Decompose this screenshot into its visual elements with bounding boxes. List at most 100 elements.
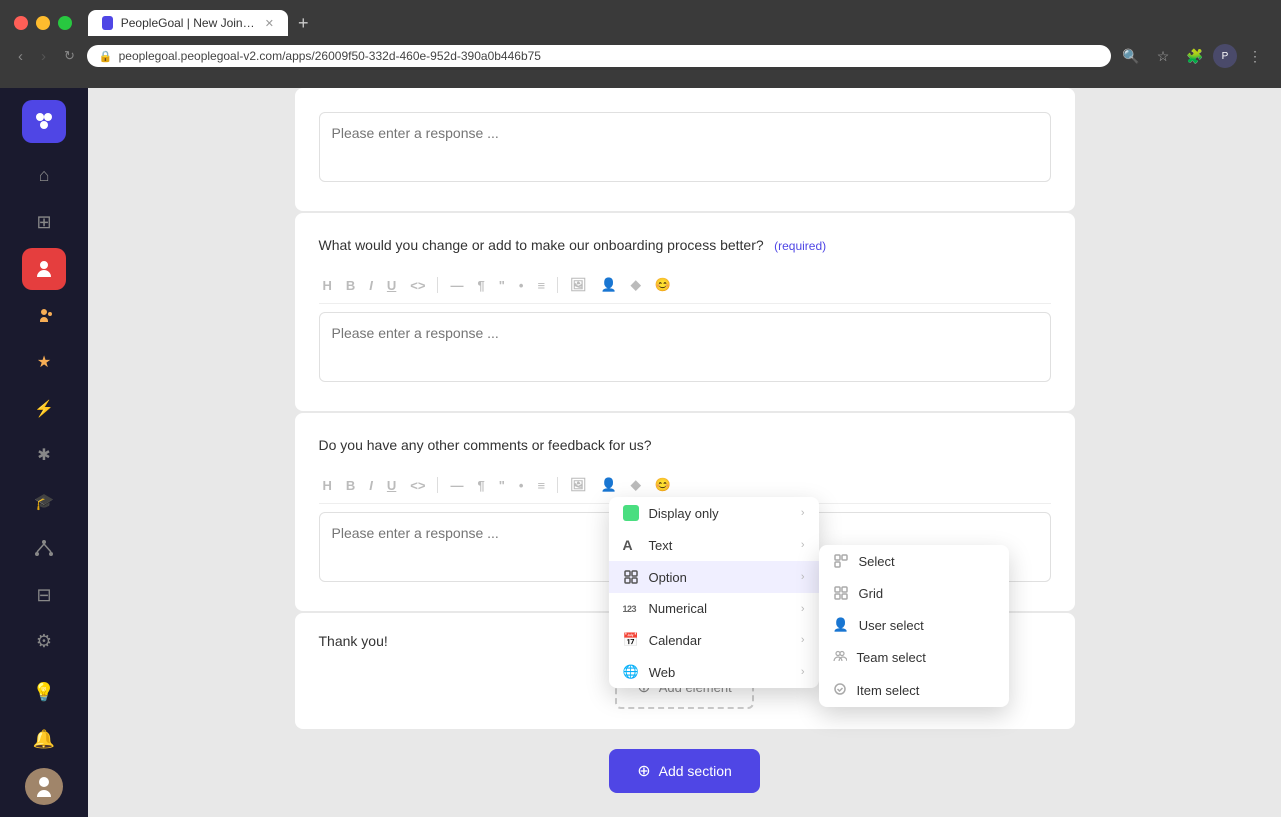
toolbar-person[interactable]: 👤 <box>597 275 621 295</box>
traffic-light-green[interactable] <box>58 16 72 30</box>
web-icon: 🌐 <box>623 664 639 680</box>
toolbar-emoji-3[interactable]: 😊 <box>651 475 675 495</box>
question-2-required: (required) <box>774 239 826 253</box>
toolbar-bullet[interactable]: • <box>515 276 528 295</box>
dropdown-item-display-only[interactable]: Display only › <box>609 497 819 529</box>
add-section-label: Add section <box>659 763 732 779</box>
sidebar-item-home[interactable]: ⌂ <box>22 155 66 198</box>
toolbar-underline[interactable]: U <box>383 276 400 295</box>
select-icon <box>833 553 849 569</box>
profile-icon[interactable]: P <box>1213 44 1237 68</box>
submenu-item-team-select[interactable]: Team select <box>819 641 1009 674</box>
dropdown-item-text[interactable]: A Text › <box>609 529 819 561</box>
text-label: Text <box>649 538 673 553</box>
sidebar-item-asterisk[interactable]: ✱ <box>22 434 66 477</box>
toolbar-bold-3[interactable]: B <box>342 476 359 495</box>
toolbar-paragraph-3[interactable]: ¶ <box>473 476 488 495</box>
content-area: What would you change or add to make our… <box>88 88 1281 817</box>
response-textarea-2[interactable] <box>319 312 1051 382</box>
toolbar-separator-1 <box>437 277 438 293</box>
question-1-card <box>295 88 1075 211</box>
submenu-item-grid[interactable]: Grid <box>819 577 1009 609</box>
toolbar-heading[interactable]: H <box>319 276 336 295</box>
sidebar-item-apps[interactable]: ⊞ <box>22 201 66 244</box>
toolbar-bold[interactable]: B <box>342 276 359 295</box>
toolbar-image[interactable]: 🖼 <box>566 275 591 295</box>
submenu: Select Grid 👤 <box>819 545 1009 707</box>
tab-close-button[interactable]: ✕ <box>265 17 274 30</box>
url-bar[interactable]: peoplegoal.peoplegoal-v2.com/apps/26009f… <box>119 49 541 63</box>
toolbar-code-3[interactable]: <> <box>406 476 429 495</box>
sidebar-item-settings[interactable]: ⚙ <box>22 621 66 664</box>
sidebar-item-notifications[interactable]: 🔔 <box>22 718 66 761</box>
new-tab-button[interactable]: + <box>290 11 317 36</box>
forward-button[interactable]: › <box>35 46 52 67</box>
toolbar-color[interactable]: ◆ <box>627 275 645 295</box>
question-3-card: Do you have any other comments or feedba… <box>295 413 1075 611</box>
tab-favicon <box>102 16 113 30</box>
traffic-light-yellow[interactable] <box>36 16 50 30</box>
submenu-item-user-select[interactable]: 👤 User select <box>819 609 1009 641</box>
toolbar-italic[interactable]: I <box>365 276 377 295</box>
toolbar-emoji[interactable]: 😊 <box>651 275 675 295</box>
user-select-icon: 👤 <box>833 617 849 633</box>
display-only-chevron: › <box>801 507 805 519</box>
toolbar-ordered[interactable]: ≡ <box>533 276 549 295</box>
toolbar-person-3[interactable]: 👤 <box>597 475 621 495</box>
sidebar-item-goals[interactable]: ★ <box>22 341 66 384</box>
dropdown-wrapper: Display only › A Text › <box>609 497 819 688</box>
submenu-item-select[interactable]: Select <box>819 545 1009 577</box>
calendar-label: Calendar <box>649 633 702 648</box>
search-icon[interactable]: 🔍 <box>1117 42 1145 70</box>
user-avatar[interactable] <box>25 768 63 805</box>
toolbar-paragraph[interactable]: ¶ <box>473 276 488 295</box>
numerical-icon: 123 <box>623 604 639 614</box>
toolbar-bullet-3[interactable]: • <box>515 476 528 495</box>
sidebar-item-grid[interactable]: ⊟ <box>22 574 66 617</box>
submenu-item-item-select[interactable]: Item select <box>819 674 1009 707</box>
browser-chrome: PeopleGoal | New Joiner Surve... ✕ + ‹ ›… <box>0 0 1281 88</box>
sidebar-item-users[interactable] <box>22 294 66 337</box>
grid-icon <box>833 585 849 601</box>
dropdown-item-calendar[interactable]: 📅 Calendar › <box>609 624 819 656</box>
toolbar-separator-2 <box>557 277 558 293</box>
dropdown-item-numerical[interactable]: 123 Numerical › <box>609 593 819 624</box>
question-3-text: Do you have any other comments or feedba… <box>319 437 652 453</box>
toolbar-underline-3[interactable]: U <box>383 476 400 495</box>
toolbar-image-3[interactable]: 🖼 <box>566 475 591 495</box>
dropdown-item-web[interactable]: 🌐 Web › <box>609 656 819 688</box>
back-button[interactable]: ‹ <box>12 46 29 67</box>
grid-label: Grid <box>859 586 884 601</box>
display-only-label: Display only <box>649 506 719 521</box>
toolbar-hr-3[interactable]: — <box>446 476 467 495</box>
bookmark-icon[interactable]: ☆ <box>1149 42 1177 70</box>
response-textarea-1[interactable] <box>319 112 1051 182</box>
sidebar-item-lightning[interactable]: ⚡ <box>22 388 66 431</box>
app-logo[interactable] <box>22 100 66 143</box>
extensions-icon[interactable]: 🧩 <box>1181 42 1209 70</box>
toolbar-code[interactable]: <> <box>406 276 429 295</box>
item-select-label: Item select <box>857 683 920 698</box>
tab-title: PeopleGoal | New Joiner Surve... <box>121 16 257 30</box>
menu-icon[interactable]: ⋮ <box>1241 42 1269 70</box>
sidebar: ⌂ ⊞ ★ ⚡ ✱ 🎓 ⊟ ⚙ 💡 🔔 <box>0 88 88 817</box>
toolbar-blockquote-3[interactable]: " <box>495 476 509 495</box>
sidebar-item-tree[interactable] <box>22 527 66 570</box>
dropdown-item-option[interactable]: Option › <box>609 561 819 593</box>
sidebar-item-learn[interactable]: 🎓 <box>22 481 66 524</box>
toolbar-italic-3[interactable]: I <box>365 476 377 495</box>
sidebar-item-recruit[interactable] <box>22 248 66 291</box>
question-3-label-row: Do you have any other comments or feedba… <box>319 437 1051 455</box>
add-section-button[interactable]: ⊕ Add section <box>609 749 760 793</box>
toolbar-color-3[interactable]: ◆ <box>627 475 645 495</box>
sidebar-item-idea[interactable]: 💡 <box>22 671 66 714</box>
option-chevron: › <box>801 571 805 583</box>
traffic-light-red[interactable] <box>14 16 28 30</box>
toolbar-hr[interactable]: — <box>446 276 467 295</box>
browser-tab[interactable]: PeopleGoal | New Joiner Surve... ✕ <box>88 10 288 36</box>
toolbar-ordered-3[interactable]: ≡ <box>533 476 549 495</box>
reload-button[interactable]: ↻ <box>58 46 81 66</box>
user-select-label: User select <box>859 618 924 633</box>
toolbar-heading-3[interactable]: H <box>319 476 336 495</box>
toolbar-blockquote[interactable]: " <box>495 276 509 295</box>
